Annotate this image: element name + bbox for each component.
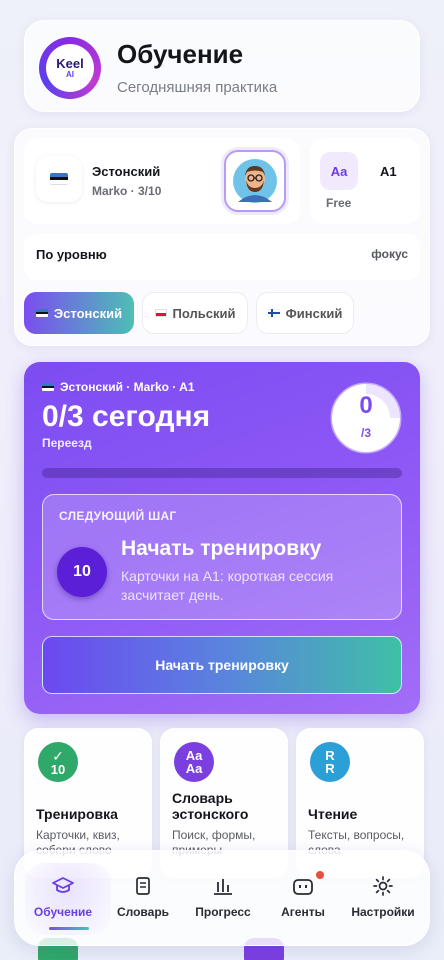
- logo-text: Keel: [56, 56, 84, 71]
- page-subtitle: Сегодняшняя практика: [117, 79, 278, 96]
- nav-item-agents[interactable]: Агенты: [263, 871, 343, 919]
- level-filter-row[interactable]: По уровню фокус: [24, 234, 420, 280]
- daily-goal-card: Эстонский · Marko · A1 0/3 сегодня Перее…: [24, 362, 420, 714]
- dictionary-icon: Aa Aa: [174, 742, 214, 782]
- nav-item-progress[interactable]: Прогресс: [183, 873, 263, 919]
- logo-subtext: AI: [66, 70, 74, 79]
- chip-label: Финский: [285, 305, 343, 321]
- gear-icon: [343, 873, 423, 899]
- current-language-card[interactable]: Эстонский Marko · 3/10: [24, 138, 300, 224]
- tutor-progress: Marko · 3/10: [92, 184, 162, 198]
- ring-total: /3: [360, 426, 371, 440]
- finland-flag-icon: [267, 309, 280, 317]
- current-language-name: Эстонский: [92, 164, 161, 179]
- nav-label: Прогресс: [195, 905, 251, 919]
- next-step-label: СЛЕДУЮЩИЙ ШАГ: [59, 509, 177, 523]
- active-tab-indicator: [49, 927, 89, 930]
- bar-chart-icon: [183, 873, 263, 899]
- bottom-navigation: Обучение Словарь Прогресс Агенты Настрой…: [14, 850, 430, 946]
- book-icon: [103, 873, 183, 899]
- chip-finnish[interactable]: Финский: [256, 292, 354, 334]
- reading-icon: R R: [310, 742, 350, 782]
- poland-flag-icon: [154, 309, 167, 317]
- graduation-cap-icon: [23, 873, 103, 899]
- ring-value: 0: [359, 392, 373, 419]
- font-size-icon: Aa: [320, 152, 358, 190]
- start-training-button[interactable]: Начать тренировку: [42, 636, 402, 694]
- next-step-card[interactable]: СЛЕДУЮЩИЙ ШАГ 10 Начать тренировку Карто…: [42, 494, 402, 620]
- plan-label: Free: [326, 196, 352, 210]
- robot-icon: [263, 873, 343, 899]
- level-card[interactable]: Aa A1 Free: [310, 138, 420, 224]
- estonia-flag-icon: [35, 309, 48, 317]
- keel-ai-logo: Keel AI: [39, 37, 101, 99]
- estonia-flag-icon: [36, 156, 82, 202]
- feature-title: Тренировка: [36, 806, 118, 822]
- notification-badge: [316, 871, 324, 879]
- level-value: A1: [380, 164, 397, 179]
- focus-toggle[interactable]: фокус: [371, 247, 408, 261]
- feature-title: Словарь эстонского: [172, 790, 249, 822]
- topic-label: Переезд: [42, 436, 92, 450]
- estonia-flag-icon: [42, 383, 54, 391]
- page-header: Keel AI Обучение Сегодняшняя практика: [24, 20, 420, 112]
- nav-item-settings[interactable]: Настройки: [343, 873, 423, 919]
- chip-label: Польский: [172, 305, 236, 321]
- tutor-avatar-icon[interactable]: [224, 150, 286, 212]
- chip-polish[interactable]: Польский: [142, 292, 248, 334]
- next-step-title: Начать тренировку: [121, 537, 322, 560]
- training-icon: ✓ 10: [38, 742, 78, 782]
- chip-label: Эстонский: [53, 305, 123, 321]
- daily-progress-bar: [42, 468, 402, 478]
- filter-label: По уровню: [36, 247, 107, 262]
- nav-item-dictionary[interactable]: Словарь: [103, 873, 183, 919]
- page-title: Обучение: [117, 39, 244, 69]
- next-step-description: Карточки на A1: короткая сессия засчитае…: [121, 568, 334, 603]
- daily-count: 0/3 сегодня: [42, 400, 211, 433]
- nav-label: Агенты: [281, 905, 325, 919]
- hero-context-text: Эстонский · Marko · A1: [60, 380, 195, 394]
- nav-label: Словарь: [116, 905, 170, 919]
- nav-label: Настройки: [351, 905, 415, 919]
- feature-title: Чтение: [308, 806, 358, 822]
- nav-label: Обучение: [33, 905, 93, 919]
- nav-item-learning[interactable]: Обучение: [23, 873, 103, 919]
- hero-context: Эстонский · Marko · A1: [42, 380, 195, 394]
- chip-estonian[interactable]: Эстонский: [24, 292, 134, 334]
- step-badge: 10: [57, 547, 107, 597]
